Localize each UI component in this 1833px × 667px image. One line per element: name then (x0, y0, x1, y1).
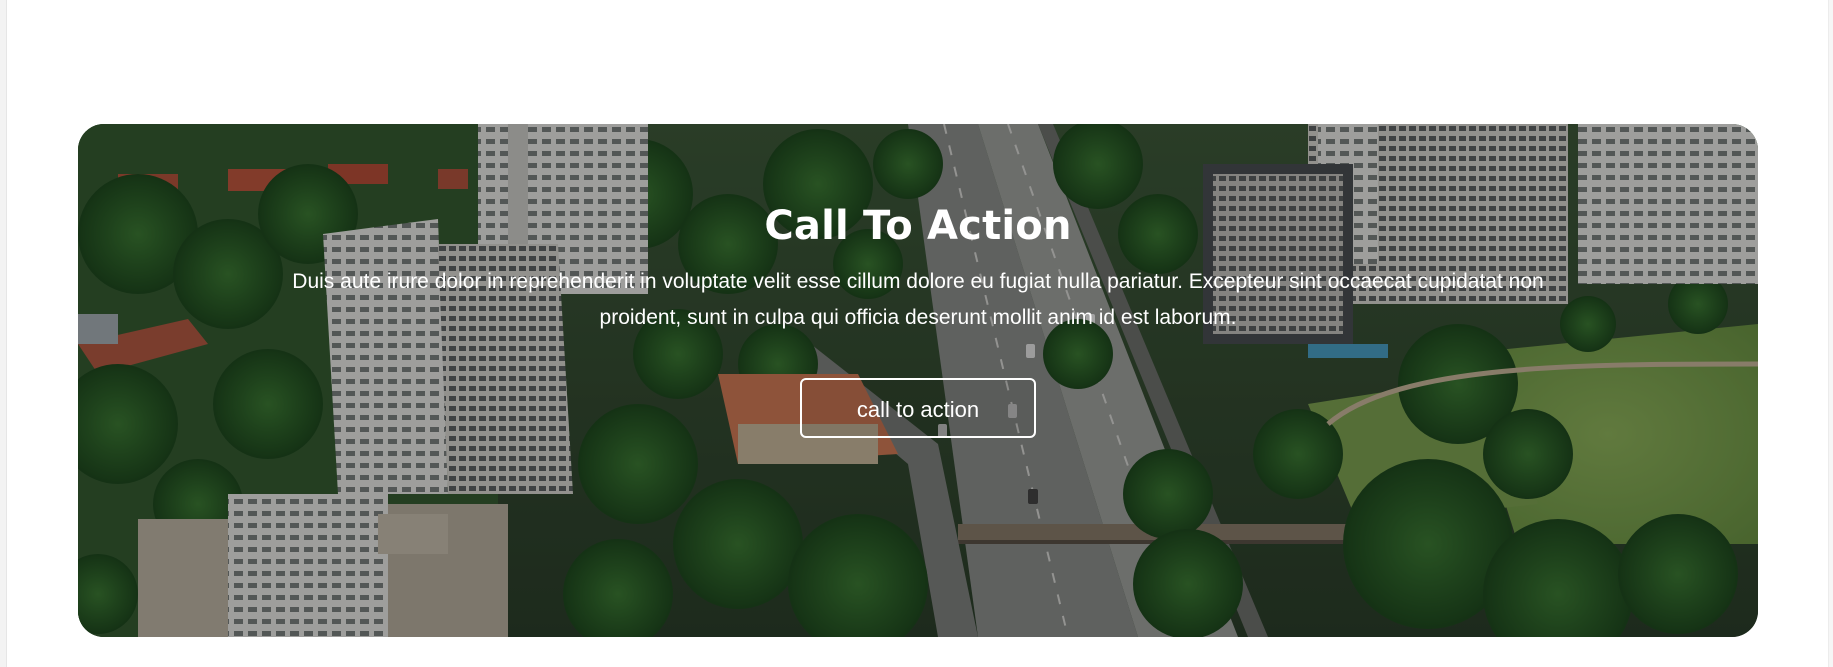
page: Call To Action Duis aute irure dolor in … (0, 0, 1833, 667)
left-border (0, 0, 7, 667)
cta-content: Call To Action Duis aute irure dolor in … (78, 202, 1758, 438)
right-border (1828, 0, 1833, 667)
call-to-action-button[interactable]: call to action (800, 378, 1036, 438)
cta-title: Call To Action (764, 203, 1072, 249)
call-to-action-section: Call To Action Duis aute irure dolor in … (78, 124, 1758, 637)
cta-description: Duis aute irure dolor in reprehenderit i… (292, 270, 1544, 329)
